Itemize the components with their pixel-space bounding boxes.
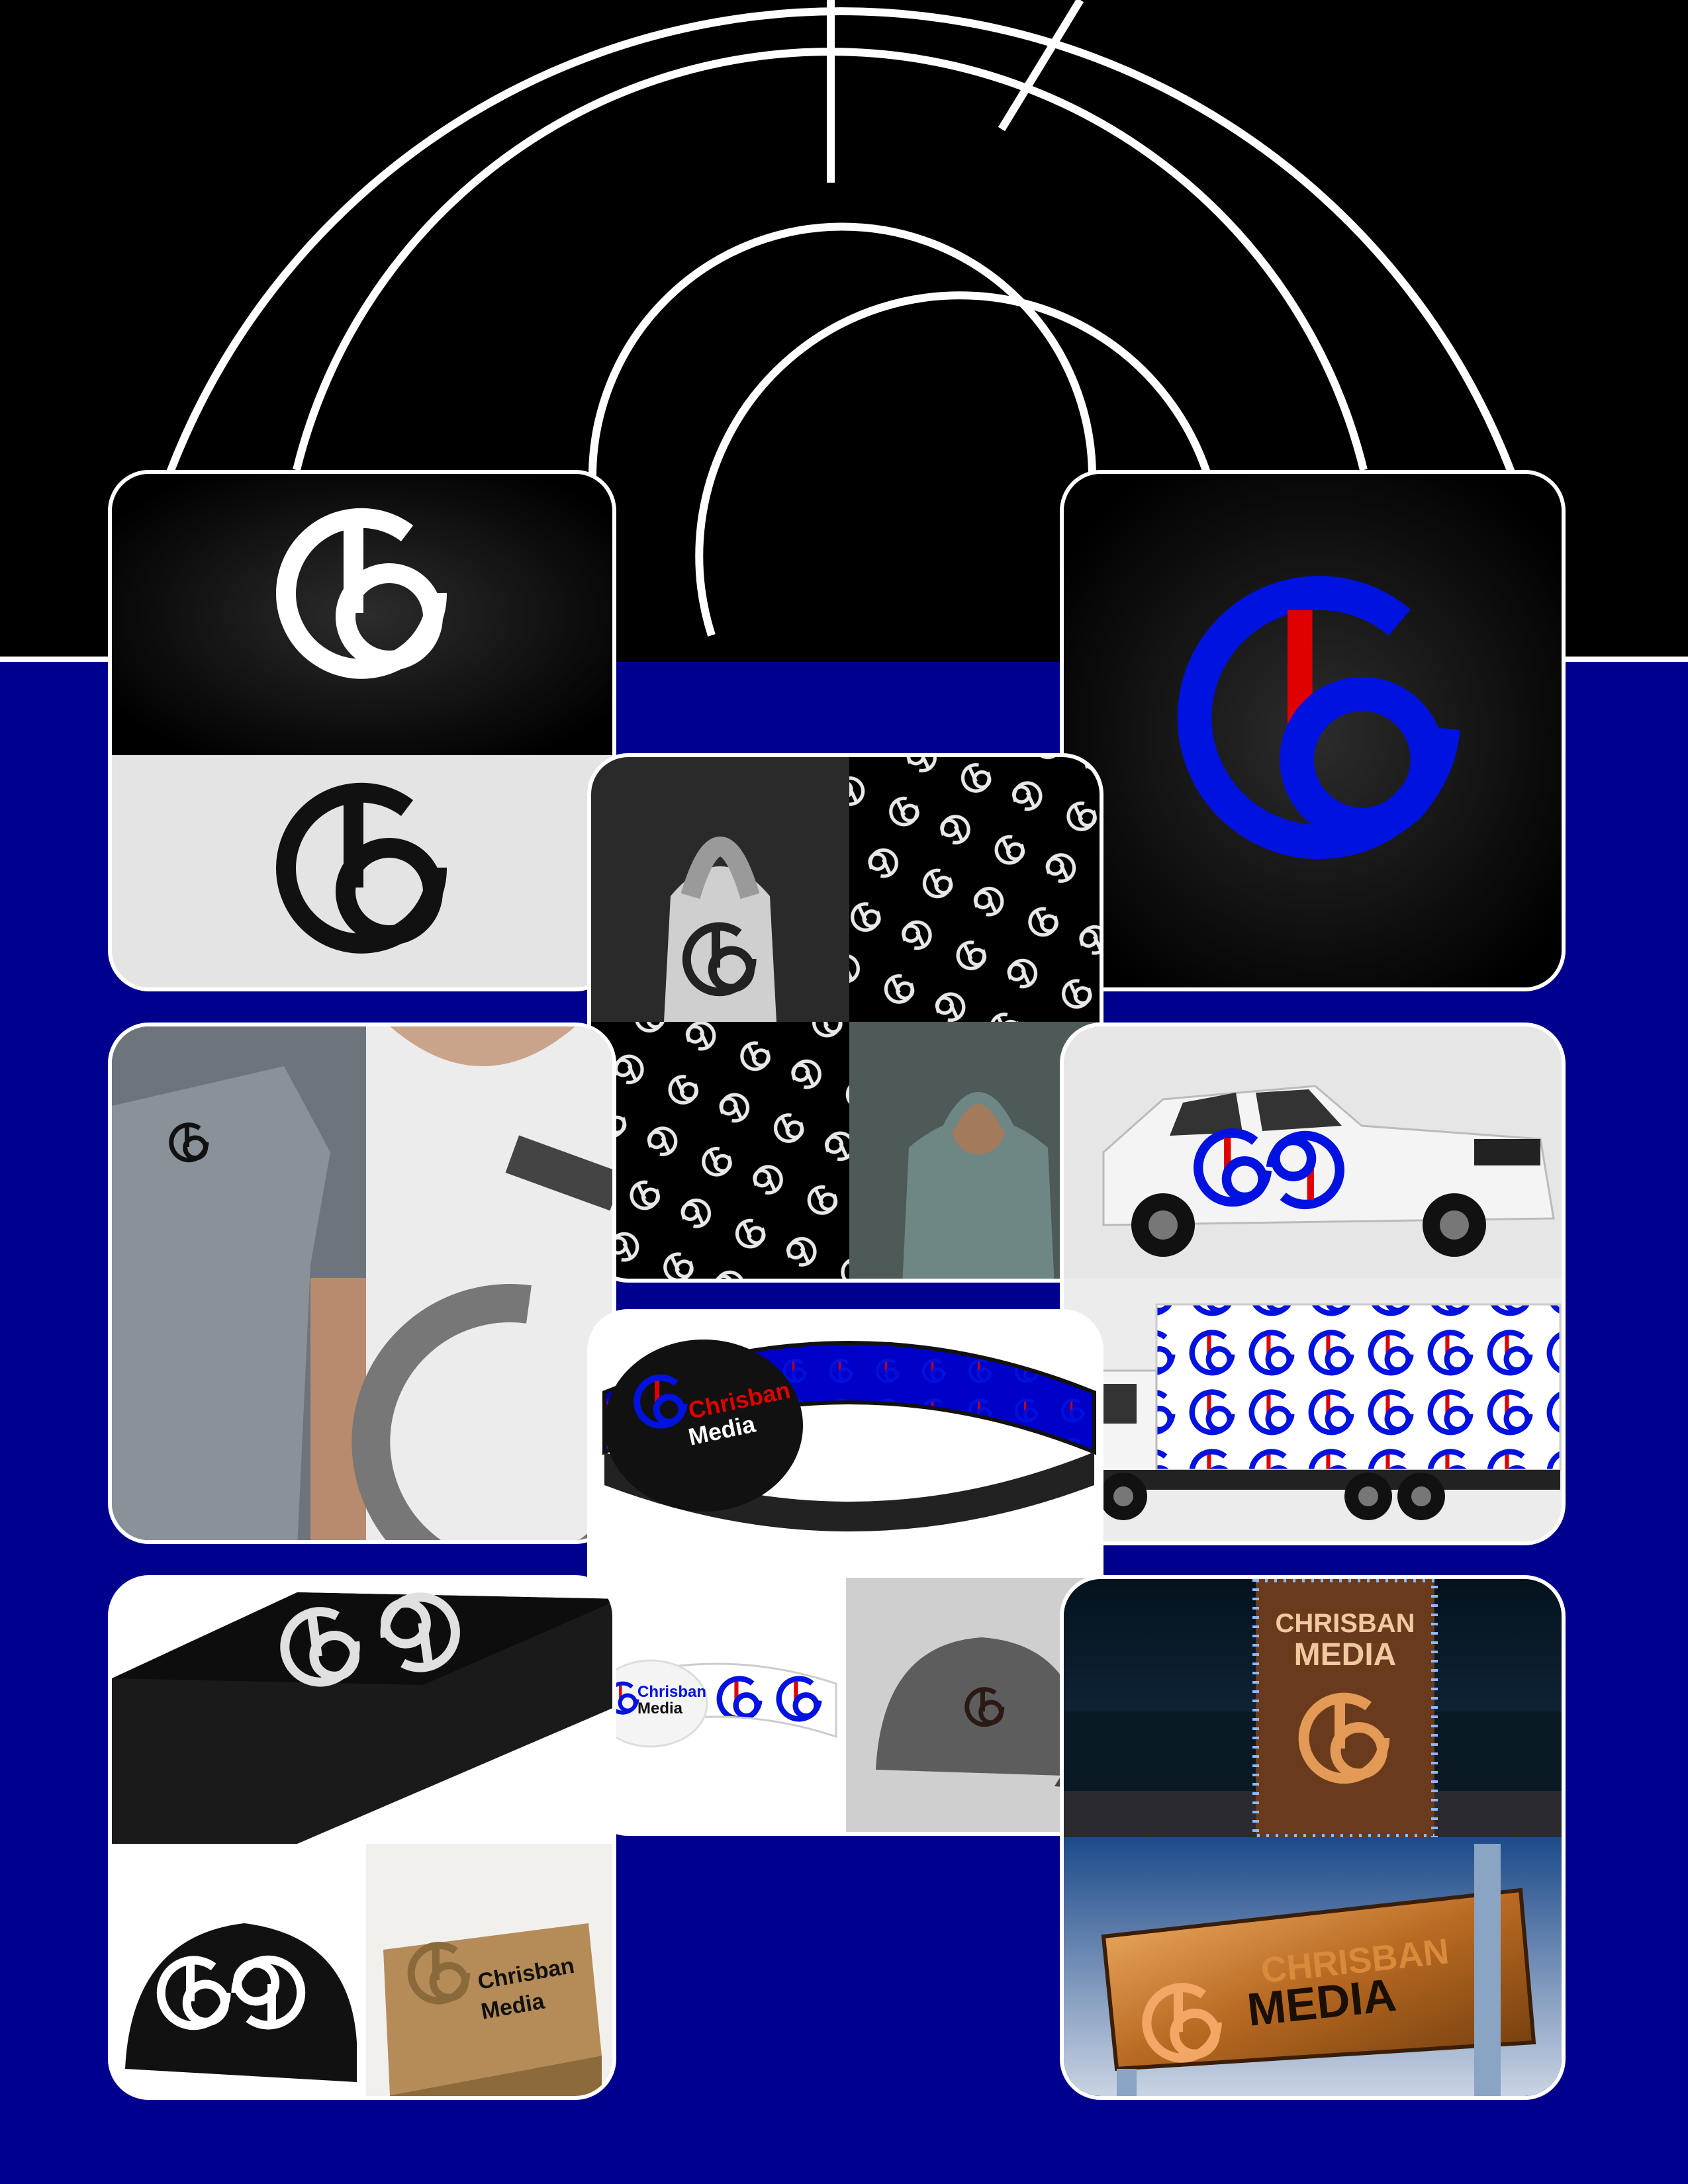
billboard-night-line1: CHRISBAN (1275, 1609, 1415, 1638)
wristband-small-line2: Media (637, 1700, 683, 1717)
billboard-card: CHRISBAN MEDIA CHRISBAN MEDIA (1060, 1575, 1566, 2100)
pattern-tile-top (849, 757, 1100, 1022)
logo-mono-card (108, 470, 616, 991)
billboard-night-line2: MEDIA (1294, 1637, 1397, 1672)
logo-color-card (1060, 470, 1566, 991)
tshirt-card (108, 1023, 616, 1544)
wristband-small-line1: Chrisban (637, 1683, 706, 1701)
wristband-cap-card: Chrisban Media Chrisban Media (587, 1309, 1103, 1836)
hoodie-pattern-card (587, 753, 1103, 1283)
vehicle-card (1060, 1023, 1566, 1545)
pattern-tile-bottom (591, 1022, 849, 1279)
packaging-card: Chrisban Media (108, 1575, 616, 2100)
